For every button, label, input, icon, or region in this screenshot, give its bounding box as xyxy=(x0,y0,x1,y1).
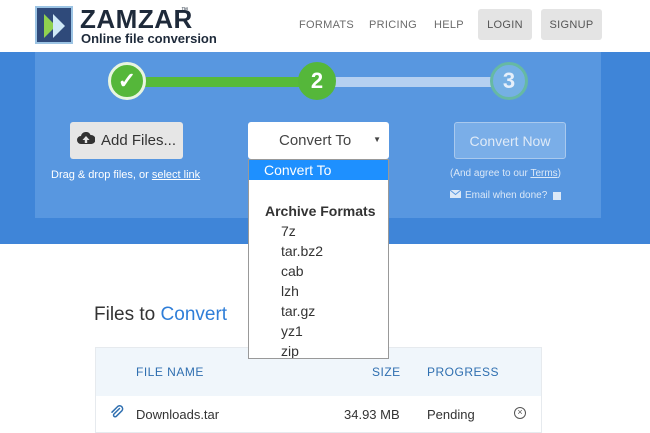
zamzar-logo-icon[interactable] xyxy=(35,6,73,44)
dropdown-option-lzh[interactable]: lzh xyxy=(249,281,388,301)
terms-notice: (And agree to our Terms) xyxy=(450,168,561,179)
drag-drop-text: Drag & drop files, or xyxy=(51,169,152,181)
dropdown-option-tar-bz2[interactable]: tar.bz2 xyxy=(249,241,388,261)
step-3-pending: 3 xyxy=(490,62,528,100)
site-header: ZAMZAR ™ Online file conversion FORMATS … xyxy=(0,0,650,52)
add-files-button[interactable]: Add Files... xyxy=(70,122,183,159)
column-progress: PROGRESS xyxy=(427,365,500,379)
cloud-upload-icon xyxy=(76,131,96,150)
nav-formats-link[interactable]: FORMATS xyxy=(299,19,354,31)
paperclip-icon xyxy=(110,405,124,424)
convert-to-select[interactable]: Convert To ▼ xyxy=(248,122,389,159)
email-label: Email when done? xyxy=(465,190,548,201)
convert-to-dropdown[interactable]: Convert To Archive Formats 7z tar.bz2 ca… xyxy=(248,159,389,359)
nav-help-link[interactable]: HELP xyxy=(434,19,464,31)
convert-now-button[interactable]: Convert Now xyxy=(454,122,566,159)
files-table: FILE NAME SIZE PROGRESS Downloads.tar 34… xyxy=(95,347,542,433)
email-when-done: Email when done? xyxy=(449,189,562,201)
files-title-prefix: Files to xyxy=(94,304,161,325)
dropdown-option-yz1[interactable]: yz1 xyxy=(249,321,388,341)
dropdown-option-tar-gz[interactable]: tar.gz xyxy=(249,301,388,321)
brand-tagline: Online file conversion xyxy=(81,31,217,46)
trademark: ™ xyxy=(181,7,188,14)
chevron-down-icon: ▼ xyxy=(373,135,381,144)
step-1-complete: ✓ xyxy=(108,62,146,100)
column-size: SIZE xyxy=(372,365,401,379)
drag-drop-hint: Drag & drop files, or select link xyxy=(51,169,200,181)
files-title-highlight: Convert xyxy=(160,304,228,325)
agree-close: ) xyxy=(557,168,562,179)
agree-text: (And agree to our xyxy=(450,168,531,179)
select-link[interactable]: select link xyxy=(152,169,200,181)
dropdown-option-cab[interactable]: cab xyxy=(249,261,388,281)
dropdown-group-archive: Archive Formats xyxy=(265,203,376,219)
file-size-cell: 34.93 MB xyxy=(344,407,400,422)
dropdown-option-selected[interactable]: Convert To xyxy=(249,160,388,180)
convert-to-value: Convert To xyxy=(279,132,352,149)
files-section-title: Files to Convert xyxy=(94,304,227,326)
step-track-progress xyxy=(128,77,318,87)
terms-link[interactable]: Terms xyxy=(530,168,557,179)
step-2-current: 2 xyxy=(298,62,336,100)
email-checkbox[interactable] xyxy=(553,191,562,200)
envelope-icon xyxy=(449,189,462,201)
dropdown-option-7z[interactable]: 7z xyxy=(249,221,388,241)
file-progress-cell: Pending xyxy=(427,407,475,422)
column-file-name: FILE NAME xyxy=(136,365,204,379)
add-files-label: Add Files... xyxy=(100,132,177,149)
dropdown-option-zip[interactable]: zip xyxy=(249,341,388,358)
remove-file-icon[interactable]: × xyxy=(514,407,526,419)
nav-pricing-link[interactable]: PRICING xyxy=(369,19,417,31)
file-name-cell: Downloads.tar xyxy=(136,407,220,422)
signup-button[interactable]: SIGNUP xyxy=(541,9,602,40)
login-button[interactable]: LOGIN xyxy=(478,9,532,40)
